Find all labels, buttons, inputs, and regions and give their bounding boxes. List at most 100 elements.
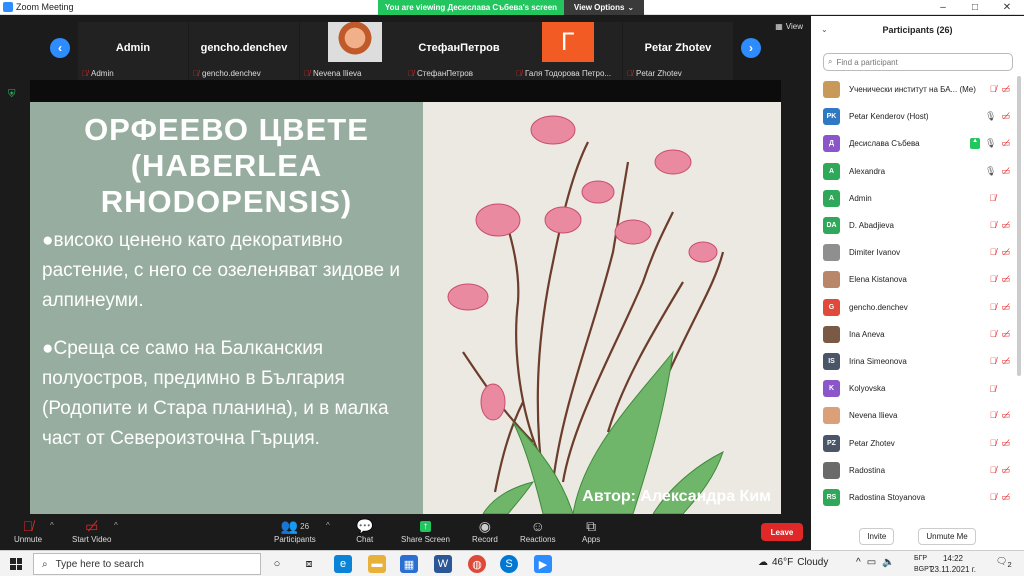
video-off-icon: ▭̸: [1001, 111, 1010, 122]
mic-muted-icon: 🎙̸: [989, 464, 997, 475]
mic-icon: 🎙: [985, 111, 997, 122]
apps-button[interactable]: ⧉ Apps: [582, 517, 601, 545]
unmute-button[interactable]: 🎙̸ Unmute: [14, 517, 42, 544]
participant-row[interactable]: Ina Aneva 🎙̸ ▭̸: [811, 321, 1016, 348]
view-button[interactable]: ▦ View: [775, 22, 803, 31]
weather-widget[interactable]: ☁ 46°F Cloudy: [758, 557, 828, 568]
notifications-button[interactable]: 🗨2: [996, 556, 1012, 569]
thumbnail-name: Admin: [91, 69, 114, 78]
thumbnail-label: 🎙̸ Nevena Ilieva: [304, 69, 408, 78]
chevron-up-icon: ^: [50, 521, 54, 530]
participant-row[interactable]: Radostina 🎙̸ ▭̸: [811, 457, 1016, 484]
mic-muted-icon: 🎙̸: [989, 274, 997, 285]
participant-name: Ina Aneva: [849, 329, 885, 339]
meeting-toolbar: 🎙̸ Unmute ^ ▭̸ Start Video ^ 👥 26 Partici…: [0, 514, 811, 550]
windows-start-icon[interactable]: [10, 558, 22, 570]
participant-row[interactable]: PK Petar Kenderov (Host) 🎙 ▭̸: [811, 103, 1016, 130]
video-thumbnail[interactable]: Admin 🎙̸ Admin: [78, 22, 188, 80]
participant-row[interactable]: K Kolyovska 🎙̸: [811, 375, 1016, 402]
participant-name: Petar Zhotev: [849, 438, 895, 448]
video-thumbnail[interactable]: 🎙̸ Nevena Ilieva: [300, 22, 410, 80]
security-shield-icon[interactable]: ⛨: [8, 89, 18, 100]
cortana-icon[interactable]: ○: [268, 555, 286, 573]
thumbnail-display-name: СтефанПетров: [418, 42, 500, 54]
participant-list-scrollbar[interactable]: [1017, 76, 1021, 376]
start-video-button[interactable]: ▭̸ Start Video: [72, 517, 111, 545]
network-icon[interactable]: ▭: [867, 557, 876, 568]
task-view-icon[interactable]: ⧈: [300, 555, 318, 573]
thumbnail-name: gencho.denchev: [202, 69, 261, 78]
participants-options-caret[interactable]: ^: [326, 521, 330, 530]
participant-name: Irina Simeonova: [849, 356, 907, 366]
chrome-icon[interactable]: ◍: [468, 555, 486, 573]
video-thumbnail[interactable]: Petar Zhotev 🎙̸ Petar Zhotev: [623, 22, 733, 80]
video-thumbnail[interactable]: Г 🎙̸ Галя Тодорова Петро...: [512, 22, 622, 80]
participant-row[interactable]: Ученически институт на БА... (Me) 🎙̸ ▭̸: [811, 76, 1016, 103]
mic-muted-icon: 🎙̸: [627, 69, 633, 78]
mic-muted-icon: 🎙̸: [989, 383, 996, 394]
participants-icon-wrap: 👥 26: [281, 517, 309, 535]
taskbar-search-input[interactable]: ⌕ Type here to search: [33, 553, 261, 575]
video-off-icon: ▭̸: [1001, 491, 1010, 502]
chat-icon: 💬: [356, 517, 374, 534]
next-page-button[interactable]: ›: [741, 38, 761, 58]
close-button[interactable]: ✕: [991, 0, 1023, 15]
skype-icon[interactable]: S: [500, 555, 518, 573]
clock-date: 23.11.2021 г.: [930, 565, 976, 574]
participant-status-icons: 🎙̸ ▭̸: [990, 492, 1010, 503]
video-thumbnail[interactable]: СтефанПетров 🎙̸ СтефанПетров: [404, 22, 514, 80]
participants-label: Participants: [274, 535, 316, 544]
unmute-me-button[interactable]: Unmute Me: [918, 527, 976, 545]
apps-label: Apps: [582, 535, 601, 544]
participant-search-input[interactable]: ⌕ Find a participant: [823, 53, 1013, 71]
store-icon[interactable]: ▦: [400, 555, 418, 573]
zoom-taskbar-icon[interactable]: ▶: [534, 555, 552, 573]
participant-row[interactable]: Dimiter Ivanov 🎙̸ ▭̸: [811, 239, 1016, 266]
thumbnail-label: 🎙̸ СтефанПетров: [408, 69, 512, 78]
file-explorer-icon[interactable]: ▬: [368, 555, 386, 573]
share-screen-button[interactable]: ↑ Share Screen: [401, 517, 450, 544]
participant-row[interactable]: DA D. Abadjieva 🎙̸ ▭̸: [811, 212, 1016, 239]
mic-icon: 🎙: [985, 165, 997, 176]
share-screen-icon: ↑: [419, 517, 431, 535]
participant-row[interactable]: RS Radostina Stoyanova 🎙̸ ▭̸: [811, 484, 1016, 511]
participant-row[interactable]: A Admin 🎙̸: [811, 185, 1016, 212]
volume-icon[interactable]: 🔈: [882, 557, 894, 568]
video-options-caret[interactable]: ^: [114, 521, 118, 530]
chat-button[interactable]: 💬 Chat: [356, 517, 374, 545]
clock[interactable]: 14:22 23.11.2021 г.: [928, 553, 978, 575]
video-placeholder: [1001, 384, 1010, 394]
collapse-chevron-icon[interactable]: ⌄: [821, 25, 828, 34]
chevron-up-icon[interactable]: ^: [856, 557, 861, 568]
mic-muted-icon: 🎙̸: [989, 355, 997, 366]
participant-list: Ученически институт на БА... (Me) 🎙̸ ▭̸ PK P…: [811, 76, 1016, 511]
leave-button[interactable]: Leave: [761, 523, 803, 541]
participant-row[interactable]: IS Irina Simeonova 🎙̸ ▭̸: [811, 348, 1016, 375]
participant-row[interactable]: Ggencho.denchev 🎙̸ ▭̸: [811, 294, 1016, 321]
record-button[interactable]: ◉ Record: [472, 517, 498, 545]
reactions-button[interactable]: ☺ Reactions: [520, 517, 556, 544]
thumbnail-label: 🎙̸ Галя Тодорова Петро...: [516, 69, 620, 78]
video-thumbnail[interactable]: gencho.denchev 🎙̸ gencho.denchev: [189, 22, 299, 80]
invite-button[interactable]: Invite: [859, 527, 895, 545]
participant-status-icons: 🎙̸: [989, 384, 1010, 394]
prev-page-button[interactable]: ‹: [50, 38, 70, 58]
window-title: Zoom Meeting: [16, 2, 74, 12]
edge-icon[interactable]: e: [334, 555, 352, 573]
video-off-icon: ▭̸: [1001, 437, 1010, 448]
participant-row[interactable]: Elena Kistanova 🎙̸ ▭̸: [811, 266, 1016, 293]
participant-row[interactable]: PZ Petar Zhotev 🎙̸ ▭̸: [811, 429, 1016, 456]
participant-row[interactable]: Nevena Ilieva 🎙̸ ▭̸: [811, 402, 1016, 429]
maximize-button[interactable]: □: [959, 0, 991, 15]
thumbnail-name: Галя Тодорова Петро...: [525, 69, 612, 78]
view-options-button[interactable]: View Options ⌄: [564, 0, 644, 15]
participant-row[interactable]: A Alexandra 🎙 ▭̸: [811, 158, 1016, 185]
word-icon[interactable]: W: [434, 555, 452, 573]
thumbnail-label: 🎙̸ Admin: [82, 69, 186, 78]
participant-row[interactable]: Д Десислава Събева ▲ 🎙 ▭̸: [811, 130, 1016, 157]
participants-button[interactable]: 👥 26 Participants: [274, 517, 316, 545]
participant-status-icons: 🎙̸ ▭̸: [990, 220, 1010, 231]
thumbnail-strip: ‹ Admin 🎙̸ Admin gencho.denchev 🎙̸ gencho.…: [0, 16, 811, 80]
audio-options-caret[interactable]: ^: [50, 521, 54, 530]
minimize-button[interactable]: –: [927, 0, 959, 15]
